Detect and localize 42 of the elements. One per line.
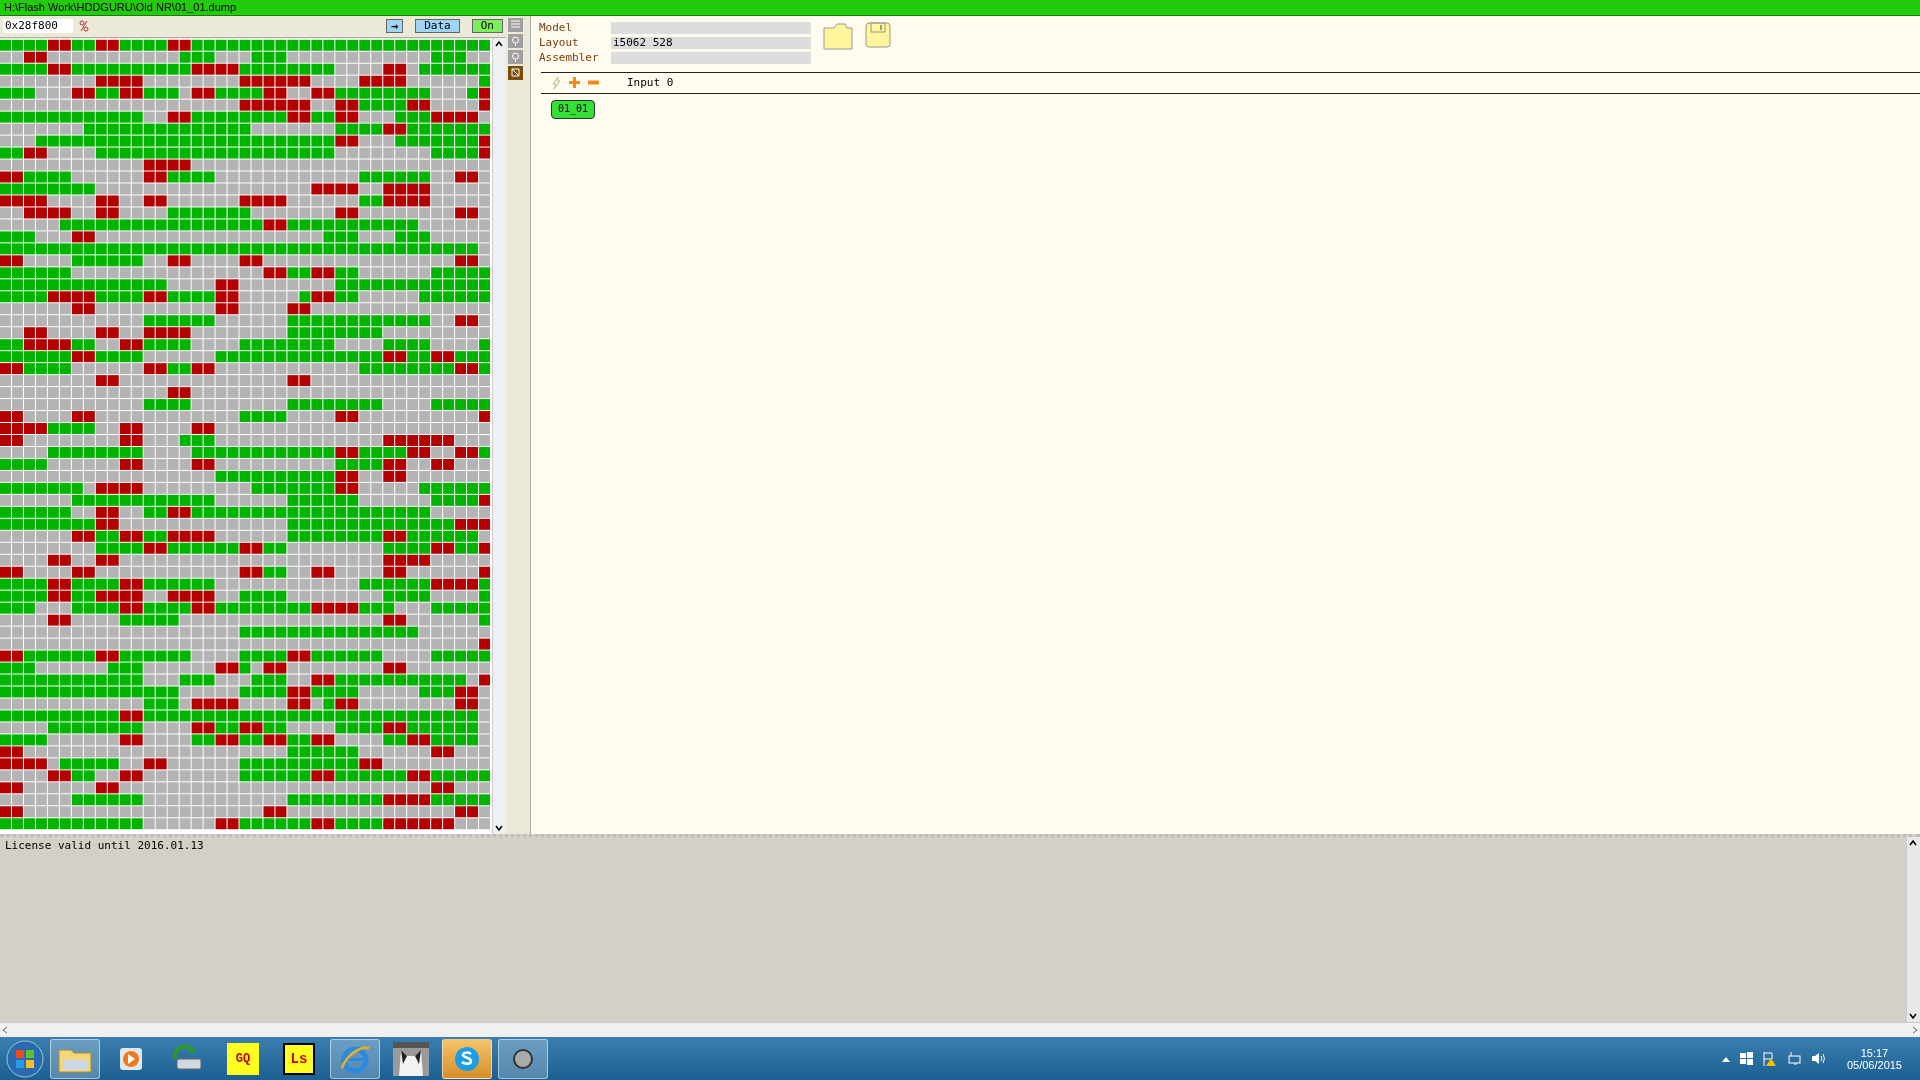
window-title: H:\Flash Work\HDDGURU\Old NR\01_01.dump bbox=[4, 1, 237, 14]
tray-arrow-icon[interactable] bbox=[1721, 1055, 1730, 1062]
toolbar-button[interactable]: Data bbox=[415, 19, 460, 34]
chat-app-icon[interactable] bbox=[453, 1044, 481, 1073]
log-line: License valid until 2016.01.13 bbox=[5, 838, 205, 852]
toolbar-button[interactable]: On bbox=[471, 19, 503, 34]
minus-icon[interactable] bbox=[588, 80, 599, 86]
app-tile-icon[interactable]: Ls bbox=[283, 1042, 315, 1075]
input-tag[interactable]: 01_01 bbox=[551, 99, 596, 119]
network-icon[interactable] bbox=[1786, 1052, 1801, 1066]
frame-icon[interactable] bbox=[508, 65, 523, 80]
plus-icon[interactable] bbox=[569, 77, 580, 89]
horizontal-scrollbar[interactable] bbox=[0, 1022, 1920, 1038]
play-icon[interactable] bbox=[118, 1045, 144, 1072]
info-field[interactable] bbox=[611, 51, 811, 64]
address-field[interactable]: 0x28f800 bbox=[3, 19, 73, 34]
chip-icon[interactable]: GQ bbox=[227, 1042, 259, 1075]
taskbar-button[interactable] bbox=[498, 1038, 548, 1079]
drive-sync-icon[interactable] bbox=[171, 1044, 203, 1073]
windows-icon[interactable] bbox=[1739, 1052, 1753, 1066]
circle-icon[interactable] bbox=[512, 1047, 534, 1070]
clock-time[interactable]: 15:17 bbox=[1860, 1046, 1889, 1059]
vertical-scrollbar[interactable] bbox=[492, 37, 506, 834]
arrow-button[interactable]: → bbox=[386, 19, 404, 34]
scroll-right-icon[interactable] bbox=[1910, 1025, 1920, 1036]
vertical-scrollbar[interactable] bbox=[1906, 836, 1920, 1023]
start-icon[interactable] bbox=[6, 1039, 44, 1078]
field-label: Layout bbox=[539, 36, 580, 49]
percent-icon[interactable] bbox=[79, 20, 89, 33]
scroll-left-icon[interactable] bbox=[0, 1025, 10, 1036]
list-icon[interactable] bbox=[508, 17, 523, 32]
field-label: Assembler bbox=[539, 51, 600, 64]
save-icon[interactable] bbox=[865, 21, 891, 48]
flag-warning-icon[interactable] bbox=[1762, 1051, 1777, 1066]
field-label: Model bbox=[539, 21, 574, 34]
taskbar-button[interactable]: Ls bbox=[274, 1038, 324, 1079]
taskbar-button[interactable]: GQ bbox=[218, 1038, 268, 1079]
input-label: Input 0 bbox=[627, 76, 674, 90]
info-field[interactable] bbox=[611, 21, 811, 34]
speaker-icon[interactable] bbox=[1810, 1052, 1825, 1066]
info-field[interactable]: i5062 528 bbox=[611, 36, 811, 49]
clock-date[interactable]: 05/06/2015 bbox=[1846, 1058, 1902, 1071]
